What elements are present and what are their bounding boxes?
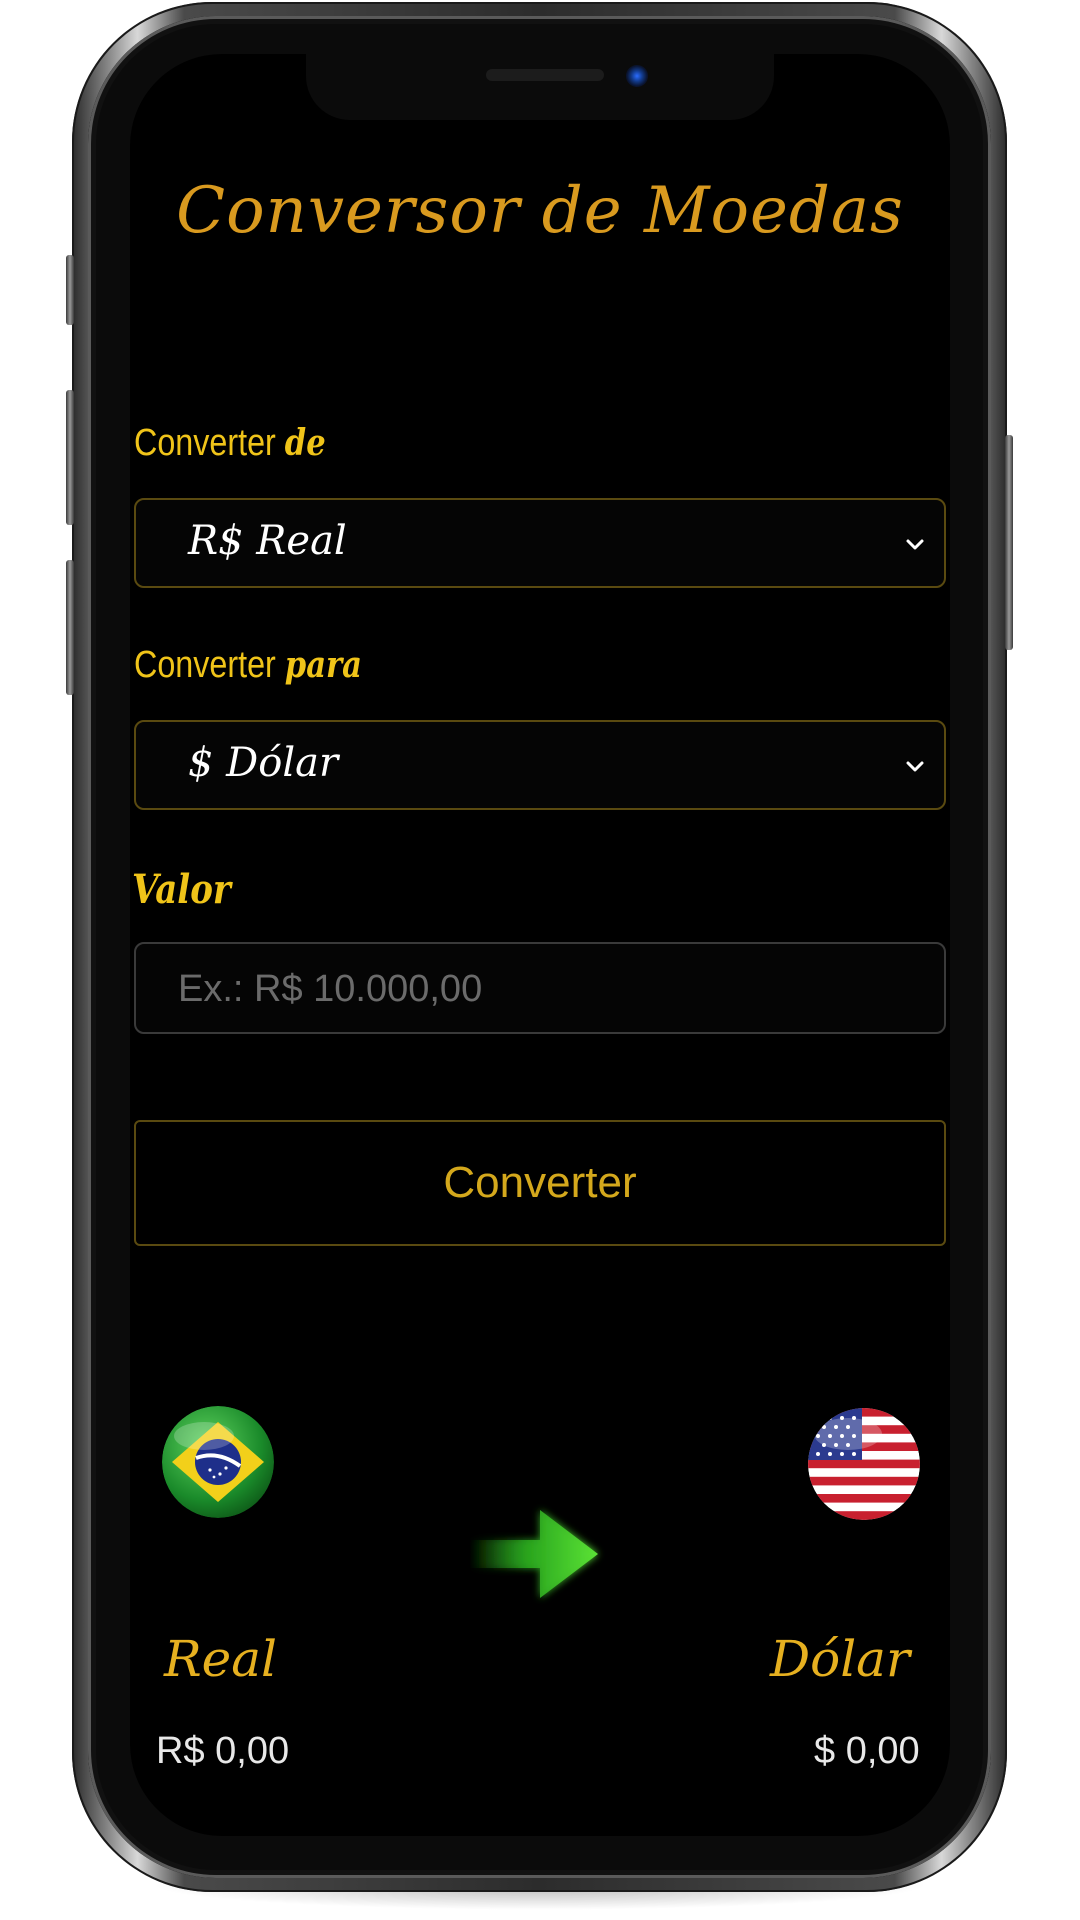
amount-field — [134, 942, 946, 1034]
to-label: Converter para — [134, 644, 362, 687]
to-currency-value: $ Dólar — [188, 740, 339, 786]
chevron-down-icon — [906, 761, 924, 772]
speaker-grille — [486, 69, 604, 81]
target-currency-name: Dólar — [770, 1630, 910, 1688]
from-currency-value: R$ Real — [188, 518, 347, 564]
chevron-down-icon — [906, 539, 924, 550]
from-label-text: Converter — [134, 422, 276, 464]
source-currency-name: Real — [164, 1630, 278, 1688]
to-currency-select[interactable]: $ Dólar — [134, 720, 946, 810]
source-currency-value: R$ 0,00 — [156, 1730, 290, 1772]
amount-label-text: Valor — [132, 866, 231, 913]
to-label-script: para — [284, 644, 362, 686]
power-button — [1005, 435, 1013, 650]
from-label-script: de — [284, 422, 326, 464]
volume-down-button — [66, 560, 74, 695]
usa-flag-icon — [808, 1408, 920, 1520]
app-title: Conversor de Moedas — [176, 174, 904, 248]
app-screen: Conversor de Moedas Converter de R$ Real… — [130, 54, 950, 1836]
from-currency-select[interactable]: R$ Real — [134, 498, 946, 588]
target-currency-value: $ 0,00 — [814, 1730, 920, 1772]
notch — [306, 54, 774, 120]
amount-input[interactable] — [176, 960, 920, 1018]
amount-label: Valor — [132, 866, 231, 913]
mute-switch — [66, 255, 74, 325]
volume-up-button — [66, 390, 74, 525]
from-label: Converter de — [134, 422, 326, 465]
green-arrow-icon — [470, 1510, 598, 1598]
to-label-text: Converter — [134, 644, 276, 686]
convert-button[interactable]: Converter — [134, 1120, 946, 1246]
brazil-flag-icon — [162, 1406, 274, 1518]
front-camera-icon — [626, 65, 648, 87]
